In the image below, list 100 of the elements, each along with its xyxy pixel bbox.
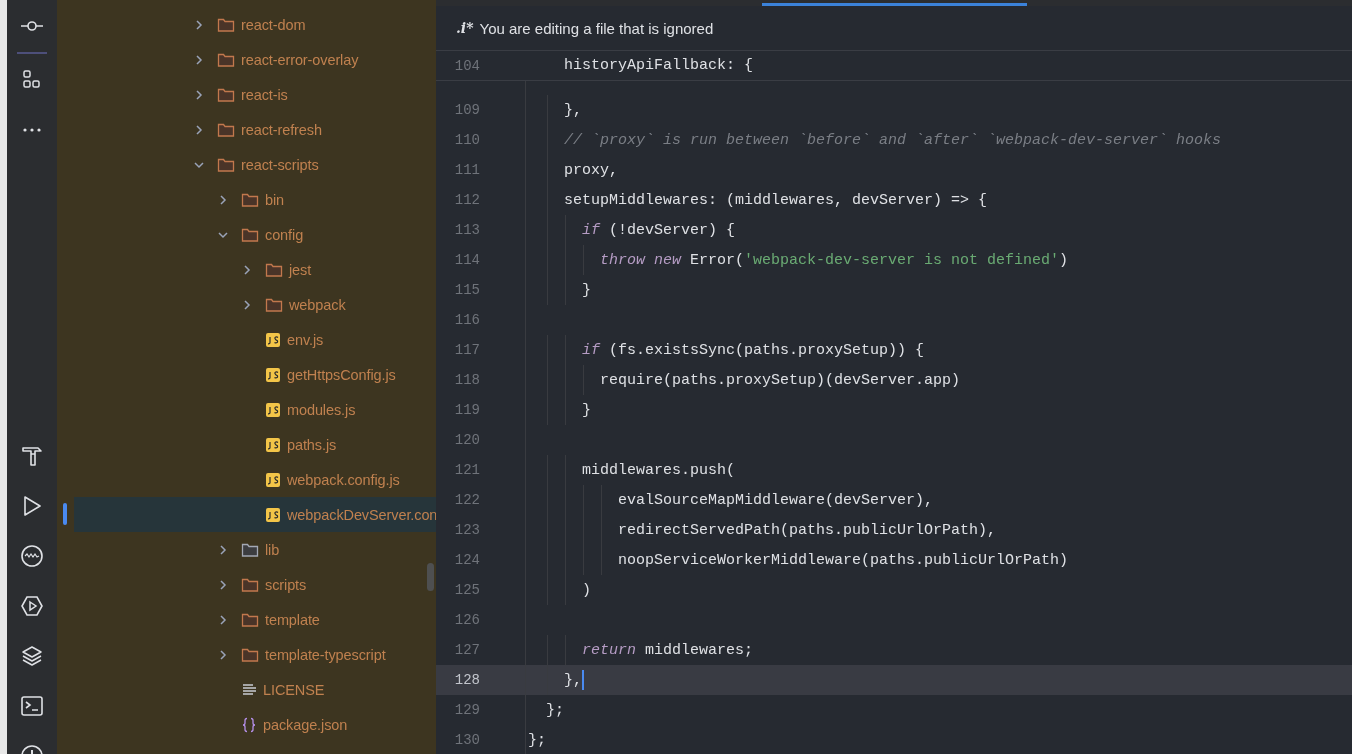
line-number: 112 [453,192,480,208]
tree-item[interactable]: env.js [57,322,436,357]
line-number: 110 [453,132,480,148]
tree-item[interactable]: bin [57,182,436,217]
line-number: 129 [453,702,480,718]
chevron-right-icon[interactable] [193,123,205,136]
folder-icon [241,191,259,208]
chevron-right-icon[interactable] [217,578,229,591]
line-number: 118 [453,372,480,388]
code-line: ) [581,581,591,599]
tree-item[interactable]: react-is [57,77,436,112]
chevron-right-icon[interactable] [193,88,205,101]
javascript-file-icon [265,506,281,523]
code-line: // `proxy` is run between `before` and `after` `webpack-dev-server` hooks [563,131,1222,149]
scrollbar-thumb[interactable] [427,563,434,591]
text-file-icon [241,681,257,698]
folder-icon [241,646,259,663]
line-number: 109 [453,102,480,118]
tree-item[interactable]: template-typescript [57,637,436,672]
tree-item[interactable]: react-error-overlay [57,42,436,77]
folder-icon [241,541,259,558]
chevron-right-icon[interactable] [217,613,229,626]
tree-item[interactable]: lib [57,532,436,567]
chevron-right-icon[interactable] [241,263,253,276]
line-number: 121 [453,462,480,478]
line-number: 123 [453,522,480,538]
selection-marker [63,503,67,525]
line-number: 117 [453,342,480,358]
tree-item[interactable]: react-refresh [57,112,436,147]
braces-icon [241,716,257,733]
folder-icon [217,86,235,103]
line-number: 113 [453,222,480,238]
notice-text: You are editing a file that is ignored [479,19,714,37]
line-number: 130 [453,732,480,748]
javascript-file-icon [265,331,281,348]
ignored-file-label: .i* [456,20,474,36]
tree-item[interactable]: config [57,217,436,252]
chevron-right-icon[interactable] [193,18,205,31]
code-line: require(paths.proxySetup)(devServer.app) [599,371,961,389]
code-line: throw new Error('webpack-dev-server is not defined') [599,251,1069,269]
tree-item[interactable]: modules.js [57,392,436,427]
tree-item[interactable]: paths.js [57,427,436,462]
chevron-right-icon[interactable] [241,298,253,311]
line-number: 125 [453,582,480,598]
code-line: redirectServedPath(paths.publicUrlOrPath), [617,521,997,539]
code-line: }, [563,101,582,119]
folder-icon [241,576,259,593]
code-line: evalSourceMapMiddleware(devServer), [617,491,934,509]
code-line: } [581,401,591,419]
code-line: }; [545,701,564,719]
tree-item[interactable]: webpack [57,287,436,322]
code-line: proxy, [563,161,618,179]
line-number: 127 [453,642,480,658]
javascript-file-icon [265,436,281,453]
tree-item[interactable]: scripts [57,567,436,602]
line-number: 116 [453,312,480,328]
code-line: }, [528,670,584,690]
line-number: 111 [453,162,480,178]
javascript-file-icon [265,471,281,488]
code-line: historyApiFallback: { [563,57,754,74]
chevron-right-icon[interactable] [217,648,229,661]
line-number: 115 [453,282,480,298]
folder-icon [217,51,235,68]
tree-item[interactable]: react-scripts [57,147,436,182]
tree-item[interactable]: template [57,602,436,637]
chevron-right-icon[interactable] [217,543,229,556]
folder-icon [217,16,235,33]
code-line: setupMiddlewares: (middlewares, devServer) => { [563,191,988,209]
text-cursor [582,670,584,690]
tree-item[interactable]: webpack.config.js [57,462,436,497]
tree-item[interactable]: getHttpsConfig.js [57,357,436,392]
tree-item[interactable]: jest [57,252,436,287]
code-line: } [581,281,591,299]
line-number: 119 [453,402,480,418]
folder-icon [217,156,235,173]
tree-item[interactable]: package.json [57,707,436,742]
javascript-file-icon [265,401,281,418]
code-line: if (fs.existsSync(paths.proxySetup)) { [581,341,925,359]
tree-item[interactable]: react-dom [57,7,436,42]
tree-item[interactable]: LICENSE [57,672,436,707]
chevron-right-icon[interactable] [217,193,229,206]
line-number: 128 [453,672,480,688]
code-line: return middlewares; [581,641,754,659]
folder-icon [241,611,259,628]
code-line: middlewares.push( [581,461,736,479]
folder-icon [217,121,235,138]
line-number: 120 [453,432,480,448]
line-number: 104 [453,57,480,74]
folder-icon [241,226,259,243]
javascript-file-icon [265,366,281,383]
line-number: 124 [453,552,480,568]
line-number: 114 [453,252,480,268]
folder-icon [265,296,283,313]
code-line: noopServiceWorkerMiddleware(paths.publicUrlOrPath) [617,551,1069,569]
chevron-right-icon[interactable] [193,53,205,66]
code-line: if (!devServer) { [581,221,736,239]
code-line: }; [528,731,546,749]
line-number: 122 [453,492,480,508]
line-number: 126 [453,612,480,628]
folder-icon [265,261,283,278]
